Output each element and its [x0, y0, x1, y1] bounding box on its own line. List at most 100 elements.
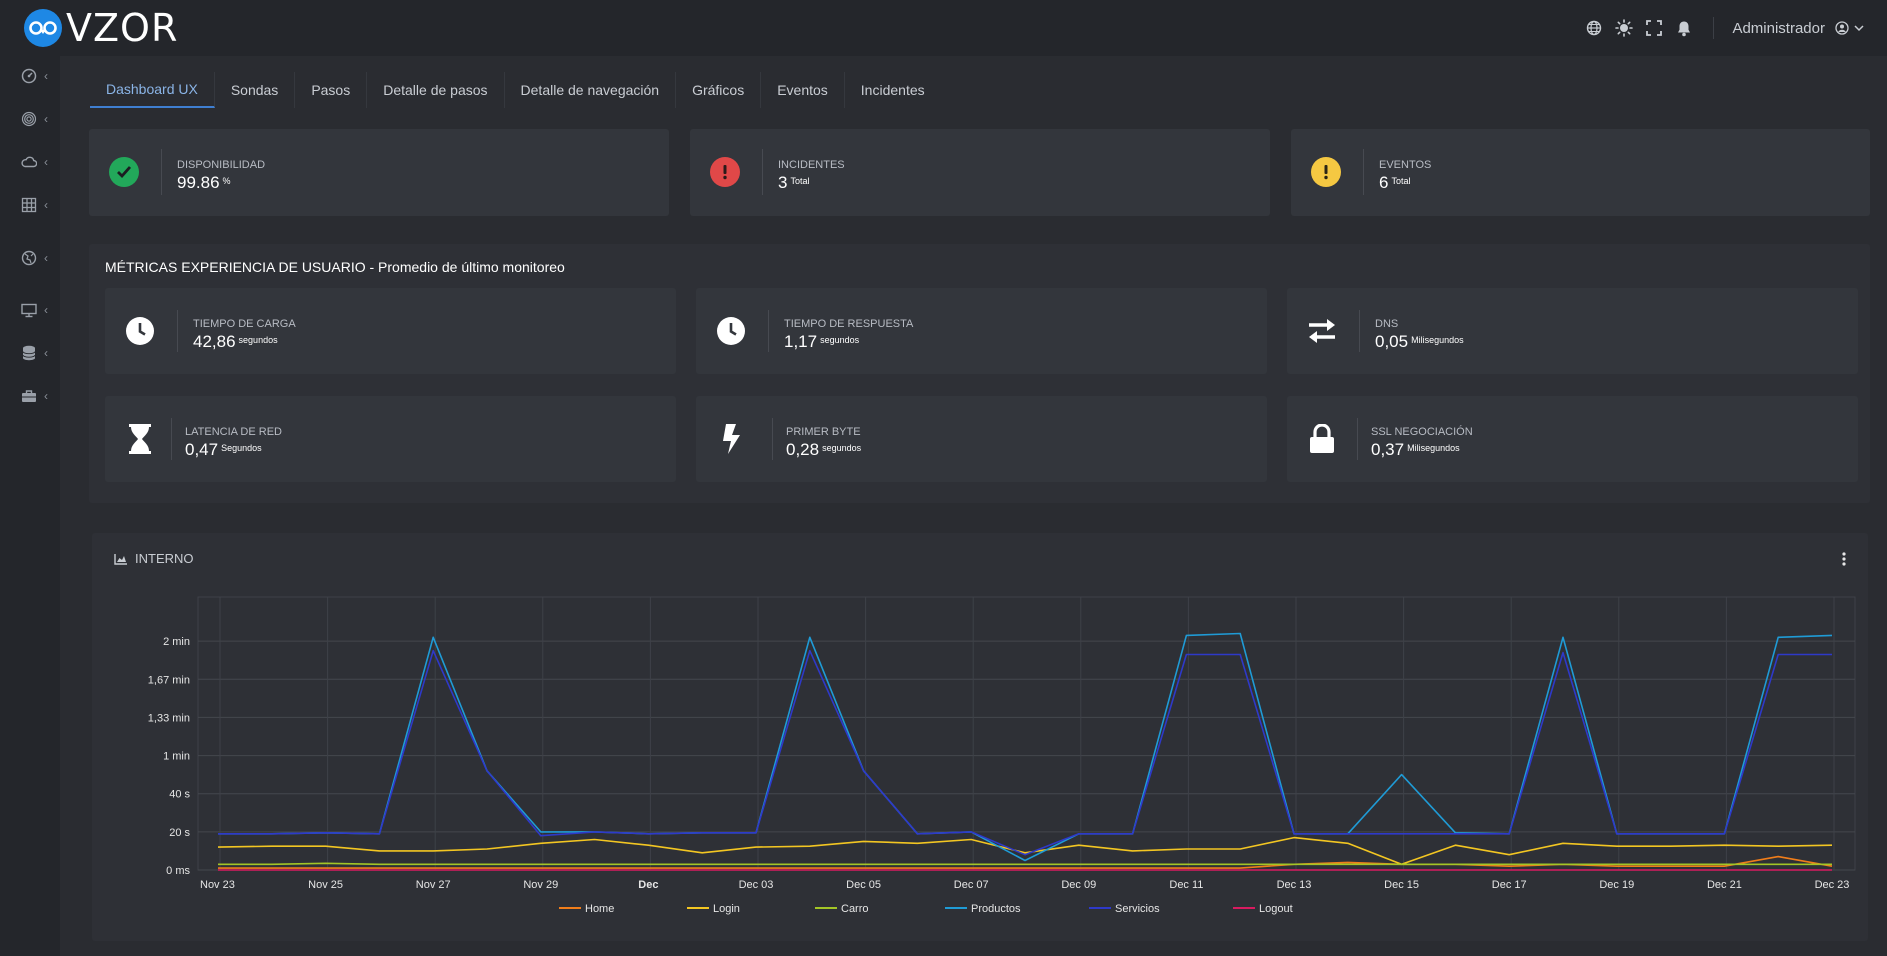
tab-detalle-de-navegacion[interactable]: Detalle de navegación [505, 72, 677, 108]
hourglass-icon [123, 422, 157, 456]
database-icon [20, 344, 38, 362]
legend-label-servicios: Servicios [1115, 903, 1160, 915]
metric-divider [1357, 418, 1358, 460]
user-circle-icon[interactable] [1833, 13, 1851, 43]
warning-circle-icon [1311, 157, 1341, 187]
stat-card-eventos: Eventos 6 Total [1291, 129, 1870, 216]
chart-panel: INTERNO 0 ms 20 s 40 s1 min 1,33 min 1,67 mi… [92, 533, 1868, 941]
legend-label-home: Home [585, 903, 614, 915]
sidebar-item-cloud[interactable]: ‹ [0, 147, 60, 177]
metric-value: 1,17 segundos [784, 332, 860, 351]
metric-value: 0,05 Milisegundos [1375, 332, 1464, 351]
series-line-home [218, 855, 1833, 869]
metric-divider [772, 418, 773, 460]
metric-divider [1359, 310, 1360, 352]
metrics-panel: MÉTRICAS EXPERIENCIA DE USUARIO - Promed… [89, 244, 1870, 503]
chevron-left-icon: ‹ [44, 155, 48, 169]
stat-label: Incidentes [778, 159, 845, 171]
stat-divider [1363, 149, 1364, 195]
main-tabs: Dashboard UX Sondas Pasos Detalle de pas… [90, 72, 941, 108]
legend-label-login: Login [713, 903, 740, 915]
tab-graficos[interactable]: Gráficos [676, 72, 762, 108]
clock-icon [123, 314, 157, 348]
exclamation-circle-icon [710, 157, 740, 187]
metric-tiempo-de-respuesta: Tiempo de respuesta 1,17 segundos [696, 288, 1267, 374]
sidebar-item-tools[interactable]: ‹ [0, 381, 60, 411]
chevron-left-icon: ‹ [44, 251, 48, 265]
tab-eventos[interactable]: Eventos [761, 72, 845, 108]
tab-detalle-de-pasos[interactable]: Detalle de pasos [367, 72, 505, 108]
y-tick-label: 2 min [163, 636, 190, 648]
chevron-left-icon: ‹ [44, 303, 48, 317]
metric-label: SSL Negociación [1371, 426, 1473, 438]
sidebar-item-monitor[interactable]: ‹ [0, 295, 60, 325]
vzor-logo-mark-icon [24, 9, 62, 47]
y-tick-label: 20 s [169, 827, 190, 839]
monitor-icon [20, 301, 38, 319]
metric-label: DNS [1375, 318, 1399, 330]
x-tick-label: Dec 09 [1061, 879, 1096, 891]
x-tick-label: Dec [638, 879, 658, 891]
tab-dashboard-ux[interactable]: Dashboard UX [90, 72, 215, 108]
y-tick-label: 1,67 min [148, 674, 190, 686]
stat-value: 99.86% [177, 173, 231, 192]
stat-divider [762, 149, 763, 195]
cloud-icon [20, 153, 38, 171]
x-tick-label: Dec 19 [1599, 879, 1634, 891]
x-tick-label: Dec 17 [1492, 879, 1527, 891]
metrics-title: MÉTRICAS EXPERIENCIA DE USUARIO - Promed… [105, 259, 565, 275]
stat-card-incidentes: Incidentes 3 Total [690, 129, 1270, 216]
stat-label: Disponibilidad [177, 159, 266, 171]
y-tick-label: 40 s [169, 789, 190, 801]
metric-label: Primer byte [786, 426, 861, 438]
metric-value: 42,86 segundos [193, 332, 278, 351]
x-tick-label: Nov 27 [416, 879, 451, 891]
x-tick-label: Dec 23 [1815, 879, 1850, 891]
sidebar-item-network[interactable]: ‹ [0, 243, 60, 273]
chevron-left-icon: ‹ [44, 346, 48, 360]
sidebar-item-dashboard[interactable]: ‹ [0, 61, 60, 91]
stat-label: Eventos [1379, 159, 1432, 171]
sidebar-item-fingerprint[interactable]: ‹ [0, 104, 60, 134]
dashboard-gauge-icon [20, 67, 38, 85]
metric-label: Latencia de red [185, 426, 282, 438]
legend-label-productos: Productos [971, 903, 1021, 915]
y-tick-label: 0 ms [166, 865, 190, 877]
stat-card-disponibilidad: Disponibilidad 99.86% [89, 129, 669, 216]
user-name[interactable]: Administrador [1732, 20, 1825, 37]
bolt-icon [714, 422, 748, 456]
app-name: VZOR [66, 6, 179, 50]
metric-value: 0,28 segundos [786, 440, 862, 459]
globe-icon[interactable] [1579, 13, 1609, 43]
series-line-productos [218, 632, 1833, 862]
series-line-carro [218, 862, 1832, 866]
bell-icon[interactable] [1669, 13, 1699, 43]
metric-dns: DNS 0,05 Milisegundos [1287, 288, 1858, 374]
vzor-logo[interactable]: VZOR [24, 6, 179, 50]
exchange-arrows-icon [1305, 314, 1339, 348]
chevron-down-icon[interactable] [1851, 13, 1867, 43]
sun-icon[interactable] [1609, 13, 1639, 43]
stat-value: 3 Total [778, 173, 810, 192]
stat-value: 6 Total [1379, 173, 1411, 192]
x-tick-label: Nov 25 [308, 879, 343, 891]
top-bar: VZOR Administrador [0, 0, 1887, 56]
globe-network-icon [20, 249, 38, 267]
chevron-left-icon: ‹ [44, 198, 48, 212]
x-tick-label: Dec 11 [1169, 879, 1203, 891]
tab-incidentes[interactable]: Incidentes [845, 72, 941, 108]
metric-label: Tiempo de carga [193, 318, 296, 330]
x-tick-label: Nov 29 [523, 879, 558, 891]
metric-divider [171, 418, 172, 460]
lock-icon [1305, 422, 1339, 456]
x-tick-label: Dec 07 [954, 879, 989, 891]
fullscreen-icon[interactable] [1639, 13, 1669, 43]
metric-value: 0,37 Milisegundos [1371, 440, 1460, 459]
tab-pasos[interactable]: Pasos [295, 72, 368, 108]
legend-label-carro: Carro [841, 903, 869, 915]
sidebar-item-database[interactable]: ‹ [0, 338, 60, 368]
sidebar: ‹ ‹ ‹ ‹ ‹ ‹ ‹ ‹ [0, 56, 60, 956]
check-circle-icon [109, 157, 139, 187]
sidebar-item-grid[interactable]: ‹ [0, 190, 60, 220]
tab-sondas[interactable]: Sondas [215, 72, 296, 108]
